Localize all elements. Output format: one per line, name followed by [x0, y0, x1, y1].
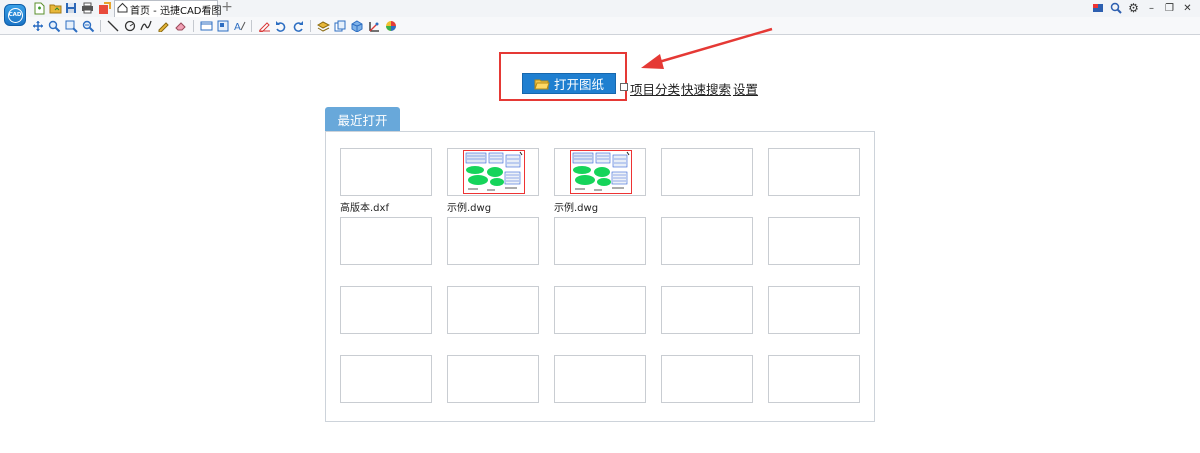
recent-file-name[interactable]: 示例.dwg	[554, 199, 598, 214]
recent-file-card[interactable]	[661, 355, 753, 403]
project-category-checkbox[interactable]	[620, 83, 628, 91]
title-bar: 首页 - 迅捷CAD看图 + ⚙ – ❐ ✕	[0, 0, 1200, 17]
recent-file-card[interactable]	[661, 286, 753, 334]
recent-file-name[interactable]: 示例.dwg	[447, 199, 491, 214]
project-category-link[interactable]: 项目分类	[630, 79, 680, 98]
app-logo-text: CAD	[7, 7, 23, 23]
recent-file-card[interactable]	[447, 217, 539, 265]
zoom-in-icon[interactable]	[47, 19, 61, 33]
flag-icon[interactable]	[1091, 2, 1104, 15]
pencil-icon[interactable]	[156, 19, 170, 33]
svg-text:A: A	[234, 22, 241, 32]
open-file-icon[interactable]	[48, 1, 62, 15]
recent-file-card[interactable]	[340, 148, 432, 196]
window-controls: ⚙ – ❐ ✕	[1091, 1, 1194, 15]
layout-icon[interactable]	[216, 19, 230, 33]
recent-file-card[interactable]	[447, 286, 539, 334]
open-drawing-label: 打开图纸	[553, 77, 604, 92]
tab-home[interactable]: 首页 - 迅捷CAD看图	[114, 0, 222, 17]
circle-icon[interactable]	[123, 19, 137, 33]
folder-open-icon	[534, 78, 550, 90]
settings-link[interactable]: 设置	[733, 79, 758, 98]
toolbar-separator	[193, 20, 194, 32]
restore-icon[interactable]: ❐	[1163, 2, 1176, 15]
text-style-icon[interactable]: A	[233, 19, 247, 33]
recent-file-card[interactable]	[768, 148, 860, 196]
minimize-icon[interactable]: –	[1145, 2, 1158, 15]
search-icon[interactable]	[1109, 2, 1122, 15]
tab-title: 首页 - 迅捷CAD看图	[130, 5, 222, 17]
recent-file-card[interactable]	[447, 355, 539, 403]
recent-file-card[interactable]	[340, 286, 432, 334]
recent-file-card[interactable]	[447, 148, 539, 196]
polyline-icon[interactable]	[139, 19, 153, 33]
recent-file-card[interactable]	[340, 355, 432, 403]
toolbar-separator	[100, 20, 101, 32]
toolbar-separator	[310, 20, 311, 32]
color-wheel-icon[interactable]	[384, 19, 398, 33]
pan-icon[interactable]	[31, 19, 45, 33]
recent-file-card[interactable]	[661, 217, 753, 265]
recent-file-card[interactable]	[554, 286, 646, 334]
recent-file-card[interactable]	[768, 355, 860, 403]
zoom-window-icon[interactable]	[64, 19, 78, 33]
new-file-icon[interactable]	[32, 1, 46, 15]
save-icon[interactable]	[64, 1, 78, 15]
home-icon	[117, 2, 128, 16]
undo-icon[interactable]	[274, 19, 288, 33]
redo-icon[interactable]	[291, 19, 305, 33]
export-icon[interactable]	[97, 1, 111, 15]
toolbar: A	[0, 17, 1200, 35]
print-icon[interactable]	[80, 1, 94, 15]
app-logo: CAD	[4, 4, 26, 26]
recent-file-card[interactable]	[768, 217, 860, 265]
open-drawing-button[interactable]: 打开图纸	[522, 73, 616, 94]
recent-file-card[interactable]	[661, 148, 753, 196]
eraser-icon[interactable]	[173, 19, 187, 33]
coordinate-icon[interactable]	[367, 19, 381, 33]
zoom-out-icon[interactable]	[81, 19, 95, 33]
toolbar-separator	[251, 20, 252, 32]
layer-icon[interactable]	[316, 19, 330, 33]
close-icon[interactable]: ✕	[1181, 2, 1194, 15]
recent-file-card[interactable]	[554, 217, 646, 265]
recent-file-name[interactable]: 高版本.dxf	[340, 199, 389, 214]
gear-icon[interactable]: ⚙	[1127, 1, 1140, 15]
recent-file-card[interactable]	[554, 355, 646, 403]
tab-recent[interactable]: 最近打开	[325, 107, 400, 131]
recent-file-card[interactable]	[554, 148, 646, 196]
rectangle-icon[interactable]	[199, 19, 213, 33]
markup-pen-icon[interactable]	[257, 19, 271, 33]
new-tab-button[interactable]: +	[221, 0, 233, 15]
3d-view-icon[interactable]	[350, 19, 364, 33]
layer-copy-icon[interactable]	[333, 19, 347, 33]
quick-search-link[interactable]: 快速搜索	[681, 79, 731, 98]
recent-file-card[interactable]	[340, 217, 432, 265]
line-icon[interactable]	[106, 19, 120, 33]
recent-file-card[interactable]	[768, 286, 860, 334]
